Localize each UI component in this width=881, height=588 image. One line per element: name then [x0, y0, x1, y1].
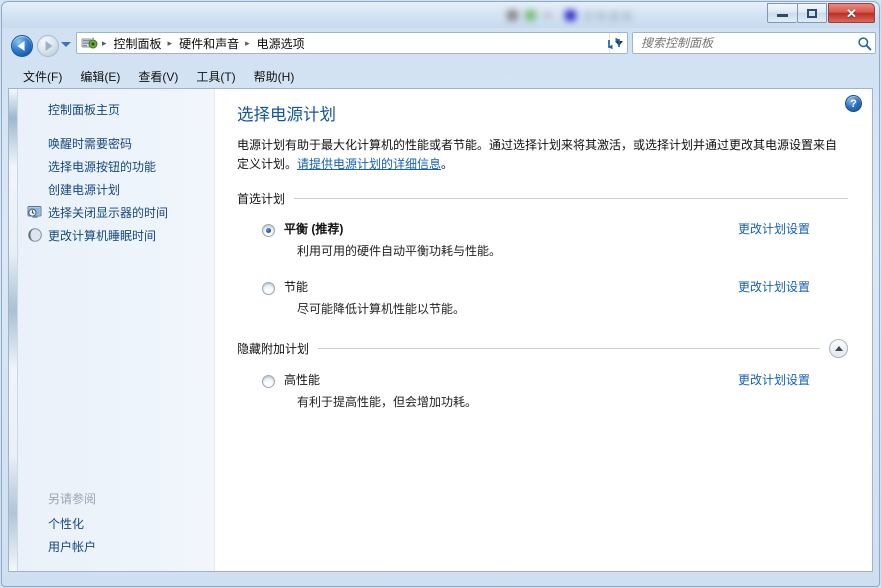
window-title: 控制面板	[583, 10, 635, 23]
maximize-icon	[807, 8, 817, 18]
page-description-tail: 。	[441, 157, 454, 171]
plan-row-high-performance[interactable]: 高性能 有利于提高性能，但会增加功耗。 更改计划设置	[237, 368, 848, 414]
sidebar-see-also: 另请参阅 个性化 用户帐户	[18, 490, 214, 559]
breadcrumb-separator: ▸	[245, 37, 250, 48]
refresh-button[interactable]	[602, 33, 626, 53]
group-heading-label: 首选计划	[237, 192, 286, 206]
page-description: 电源计划有助于最大化计算机的性能或者节能。通过选择计划来将其激活，或选择计划并通…	[237, 136, 847, 174]
sidebar-item-change-sleep-time[interactable]: 更改计算机睡眠时间	[18, 225, 214, 248]
power-plan-details-link[interactable]: 请提供电源计划的详细信息	[297, 157, 441, 171]
change-plan-settings-high-performance[interactable]: 更改计划设置	[738, 372, 810, 388]
group-header: 隐藏附加计划	[237, 339, 848, 358]
plan-description-balanced: 利用可用的硬件自动平衡功耗与性能。	[297, 244, 502, 258]
arrow-left-icon	[17, 41, 25, 51]
plan-radio-power-saver[interactable]	[262, 282, 275, 295]
client-area: 控制面板主页 唤醒时需要密码 选择电源按钮的功能 创建电源计划 选择关闭显示器的…	[8, 88, 873, 572]
group-heading-label: 隐藏附加计划	[237, 342, 310, 356]
menu-view[interactable]: 查看(V)	[129, 65, 187, 88]
back-button[interactable]	[11, 35, 33, 57]
moon-icon	[27, 227, 43, 243]
main-content: ? 选择电源计划 电源计划有助于最大化计算机的性能或者节能。通过选择计划来将其激…	[215, 89, 872, 571]
sidebar-task-list: 控制面板主页 唤醒时需要密码 选择电源按钮的功能 创建电源计划 选择关闭显示器的…	[18, 89, 214, 248]
search-icon[interactable]	[853, 33, 875, 53]
sidebar-item-label: 选择电源按钮的功能	[48, 160, 157, 174]
plan-radio-balanced[interactable]	[262, 224, 275, 237]
menu-file[interactable]: 文件(F)	[14, 65, 71, 88]
sidebar: 控制面板主页 唤醒时需要密码 选择电源按钮的功能 创建电源计划 选择关闭显示器的…	[18, 89, 215, 571]
breadcrumb-item-hardware-and-sound[interactable]: 硬件和声音	[176, 35, 242, 52]
plan-row-balanced[interactable]: 平衡 (推荐) 利用可用的硬件自动平衡功耗与性能。 更改计划设置	[237, 217, 848, 263]
sidebar-item-personalization[interactable]: 个性化	[18, 513, 214, 536]
title-bar-blurred-caption: 控制面板	[507, 8, 717, 23]
breadcrumb-item-control-panel[interactable]: 控制面板	[111, 35, 165, 52]
sidebar-item-create-power-plan[interactable]: 创建电源计划	[18, 179, 214, 202]
maximize-button[interactable]	[797, 3, 827, 23]
minimize-icon	[777, 14, 788, 17]
plan-radio-high-performance[interactable]	[262, 375, 275, 388]
group-divider	[294, 198, 848, 199]
arrow-right-icon	[45, 41, 53, 51]
sidebar-item-choose-display-off-time[interactable]: 选择关闭显示器的时间	[18, 202, 214, 225]
breadcrumb-item-power-options[interactable]: 电源选项	[254, 35, 308, 52]
menu-edit[interactable]: 编辑(E)	[71, 65, 129, 88]
close-button[interactable]: ✕	[828, 3, 875, 23]
change-plan-settings-power-saver[interactable]: 更改计划设置	[738, 279, 810, 295]
control-panel-icon	[81, 35, 99, 51]
power-options-window: 控制面板 ✕ ▸ 控制面板 ▸ 硬件和声音 ▸ 电源选项 搜索控制面板 文件(F…	[0, 0, 881, 588]
sidebar-item-label: 控制面板主页	[48, 103, 121, 117]
plan-name-power-saver[interactable]: 节能	[284, 280, 308, 294]
window-controls: ✕	[767, 3, 875, 23]
hide-additional-plans-button[interactable]	[829, 339, 848, 358]
sidebar-item-label: 唤醒时需要密码	[48, 137, 133, 151]
navigation-bar: ▸ 控制面板 ▸ 硬件和声音 ▸ 电源选项	[2, 28, 879, 64]
plan-name-high-performance[interactable]: 高性能	[284, 373, 320, 387]
refresh-icon	[608, 37, 620, 49]
window-bottom-edge	[2, 574, 879, 586]
breadcrumb-separator: ▸	[102, 37, 107, 48]
group-divider	[318, 348, 820, 349]
sidebar-item-label: 用户帐户	[48, 540, 97, 554]
sidebar-item-label: 个性化	[48, 517, 85, 531]
recent-locations-dropdown-icon[interactable]	[61, 42, 71, 47]
additional-plans-group: 隐藏附加计划 高性能 有利于提高性能，但会增加功耗。 更改计划设置	[237, 339, 848, 414]
menu-tools[interactable]: 工具(T)	[187, 65, 244, 88]
sidebar-item-label: 创建电源计划	[48, 183, 121, 197]
plan-description-high-performance: 有利于提高性能，但会增加功耗。	[297, 395, 478, 409]
sidebar-item-choose-power-button-action[interactable]: 选择电源按钮的功能	[18, 156, 214, 179]
plan-info-power-saver: 节能 尽可能降低计算机性能以节能。	[284, 279, 738, 317]
monitor-clock-icon	[27, 204, 43, 220]
plan-name-balanced[interactable]: 平衡 (推荐)	[284, 222, 343, 236]
change-plan-settings-balanced[interactable]: 更改计划设置	[738, 221, 810, 237]
minimize-button[interactable]	[767, 3, 797, 23]
sidebar-item-label: 选择关闭显示器的时间	[48, 206, 169, 220]
forward-button[interactable]	[37, 35, 59, 57]
group-header: 首选计划	[237, 190, 848, 207]
address-bar[interactable]: ▸ 控制面板 ▸ 硬件和声音 ▸ 电源选项	[76, 32, 628, 54]
help-icon[interactable]: ?	[845, 95, 862, 112]
close-icon: ✕	[846, 5, 857, 21]
chevron-up-icon	[834, 346, 843, 351]
sidebar-item-user-accounts[interactable]: 用户帐户	[18, 536, 214, 559]
sidebar-item-label: 更改计算机睡眠时间	[48, 229, 157, 243]
breadcrumb-separator: ▸	[167, 37, 173, 48]
plan-row-power-saver[interactable]: 节能 尽可能降低计算机性能以节能。 更改计划设置	[237, 275, 848, 321]
sidebar-item-require-password-on-wakeup[interactable]: 唤醒时需要密码	[18, 133, 214, 156]
search-input[interactable]	[633, 36, 853, 50]
title-bar[interactable]: 控制面板 ✕	[2, 2, 879, 28]
search-box[interactable]	[632, 32, 876, 54]
menu-bar: 文件(F) 编辑(E) 查看(V) 工具(T) 帮助(H)	[2, 64, 879, 88]
page-title: 选择电源计划	[237, 106, 336, 124]
menu-help[interactable]: 帮助(H)	[245, 65, 304, 88]
see-also-heading: 另请参阅	[48, 492, 97, 506]
plan-description-power-saver: 尽可能降低计算机性能以节能。	[297, 302, 466, 316]
left-scroll-rail[interactable]	[9, 89, 18, 571]
sidebar-item-control-panel-home[interactable]: 控制面板主页	[18, 99, 214, 122]
plan-info-balanced: 平衡 (推荐) 利用可用的硬件自动平衡功耗与性能。	[284, 221, 738, 259]
preferred-plans-group: 首选计划 平衡 (推荐) 利用可用的硬件自动平衡功耗与性能。 更改计划设置 节能	[237, 190, 848, 321]
plan-info-high-performance: 高性能 有利于提高性能，但会增加功耗。	[284, 372, 738, 410]
